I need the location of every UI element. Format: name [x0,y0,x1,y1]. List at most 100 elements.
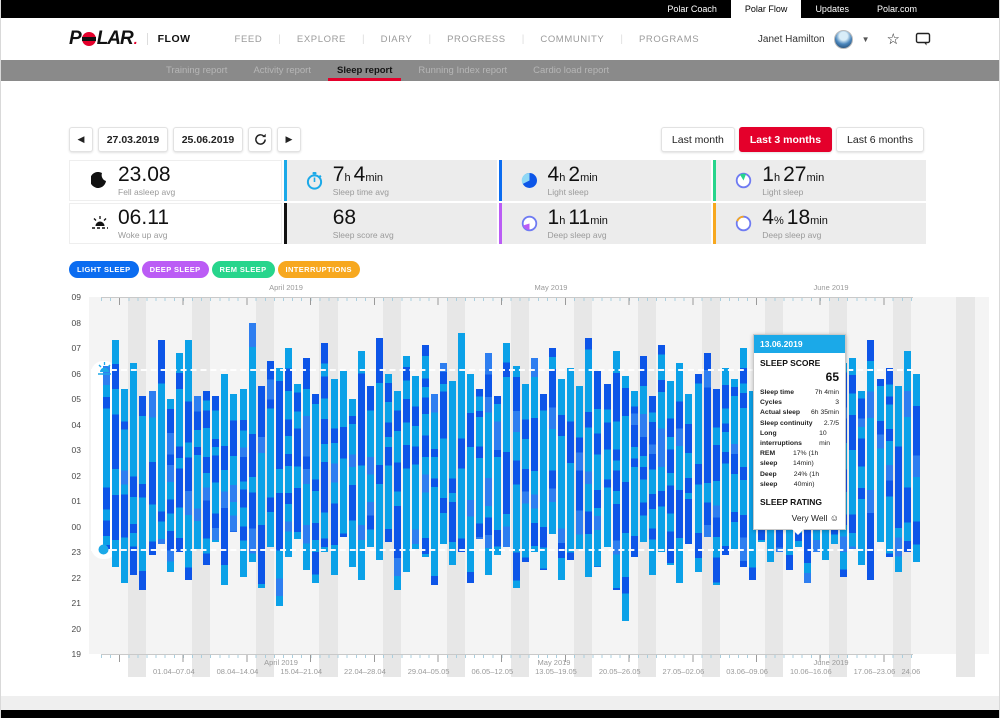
sleep-bar[interactable] [258,386,265,587]
start-date-input[interactable]: 27.03.2019 [98,127,168,152]
previous-period-button[interactable]: ◀ [69,127,93,152]
sleep-bar[interactable] [340,371,347,537]
sleep-bar[interactable] [194,396,201,549]
sleep-bar[interactable] [503,343,510,547]
sleep-bar[interactable] [467,374,474,583]
sleep-bar[interactable] [494,396,501,554]
sleep-bar[interactable] [485,353,492,575]
report-tab-running-index-report[interactable]: Running Index report [405,60,520,81]
sleep-bar[interactable] [622,376,629,621]
sleep-bar[interactable] [112,340,119,567]
legend-chip-rem-sleep[interactable]: REM SLEEP [212,261,275,278]
favorites-star-icon[interactable]: ☆ [887,30,900,48]
sleep-bar[interactable] [358,351,365,581]
sleep-bar[interactable] [167,399,174,572]
sleep-bar[interactable] [422,345,429,557]
sleep-bar[interactable] [904,351,911,552]
sleep-bar[interactable] [367,386,374,547]
sleep-bar[interactable] [376,338,383,560]
sleep-bar[interactable] [604,384,611,547]
range-button-last-3-months[interactable]: Last 3 months [739,127,832,152]
sleep-bar[interactable] [331,379,338,575]
sleep-bar[interactable] [385,374,392,542]
chevron-down-icon[interactable]: ▼ [862,35,870,44]
report-tab-training-report[interactable]: Training report [153,60,240,81]
report-tab-cardio-load-report[interactable]: Cardio load report [520,60,622,81]
next-period-button[interactable]: ▶ [277,127,301,152]
sleep-bar[interactable] [249,323,256,563]
sleep-bar[interactable] [476,389,483,539]
sleep-bar[interactable] [895,386,902,572]
sleep-bar[interactable] [913,374,920,563]
sleep-bar[interactable] [349,399,356,567]
sleep-bar[interactable] [440,363,447,544]
sleep-bar[interactable] [431,394,438,585]
sleep-bar[interactable] [640,356,647,542]
sleep-bar[interactable] [176,353,183,552]
legend-chip-deep-sleep[interactable]: DEEP SLEEP [142,261,209,278]
sleep-bar[interactable] [849,358,856,549]
sleep-bar[interactable] [149,391,156,554]
sleep-bar[interactable] [585,338,592,578]
sleep-bar[interactable] [203,391,210,564]
sleep-bar[interactable] [212,396,219,541]
sleep-bar[interactable] [704,353,711,537]
topbar-tab-polar-com[interactable]: Polar.com [863,0,931,18]
topbar-tab-polar-flow[interactable]: Polar Flow [731,0,802,18]
polar-logo[interactable]: PLAR. [69,28,137,50]
sleep-bar[interactable] [221,374,228,586]
sleep-bar[interactable] [394,391,401,590]
report-tab-activity-report[interactable]: Activity report [240,60,324,81]
sleep-bar[interactable] [858,391,865,564]
sleep-bar[interactable] [658,345,665,552]
nav-item-feed[interactable]: FEED [219,34,279,45]
sleep-bar[interactable] [522,384,529,563]
sleep-bar[interactable] [576,386,583,549]
sleep-bar[interactable] [613,351,620,591]
sleep-bar[interactable] [303,358,310,570]
report-tab-sleep-report[interactable]: Sleep report [324,60,405,81]
sleep-bar[interactable] [267,361,274,547]
sleep-bar[interactable] [103,366,110,550]
sleep-bar[interactable] [285,348,292,557]
sleep-bar[interactable] [695,374,702,573]
sleep-bar[interactable] [740,348,747,567]
sleep-bar[interactable] [867,340,874,580]
range-button-last-month[interactable]: Last month [661,127,735,152]
legend-chip-light-sleep[interactable]: LIGHT SLEEP [69,261,139,278]
sleep-bar[interactable] [722,368,729,554]
sleep-bar[interactable] [276,368,283,605]
sleep-bar[interactable] [139,396,146,590]
refresh-button[interactable] [248,127,272,152]
sleep-bar[interactable] [713,389,720,585]
nav-item-programs[interactable]: PROGRAMS [623,34,715,45]
sleep-bar[interactable] [594,371,601,567]
sleep-bar[interactable] [567,368,574,559]
avatar[interactable] [834,30,853,49]
sleep-bar[interactable] [321,343,328,552]
sleep-bar[interactable] [877,379,884,542]
sleep-bar[interactable] [130,363,137,575]
sleep-bar[interactable] [230,394,237,532]
nav-item-explore[interactable]: EXPLORE [281,34,362,45]
nav-item-community[interactable]: COMMUNITY [524,34,620,45]
nav-item-diary[interactable]: DIARY [365,34,429,45]
sleep-bar[interactable] [412,376,419,549]
nav-item-progress[interactable]: PROGRESS [431,34,522,45]
sleep-bar[interactable] [549,348,556,534]
topbar-tab-polar-coach[interactable]: Polar Coach [653,0,731,18]
sleep-bar[interactable] [886,368,893,557]
feedback-chat-icon[interactable] [915,32,931,47]
sleep-bar[interactable] [449,381,456,565]
sleep-bar[interactable] [403,356,410,573]
user-name[interactable]: Janet Hamilton [758,34,825,45]
sleep-bar[interactable] [294,384,301,540]
sleep-bar[interactable] [185,340,192,580]
sleep-bar[interactable] [312,394,319,583]
sleep-bar[interactable] [731,379,738,550]
sleep-bar[interactable] [121,389,128,583]
range-button-last-6-months[interactable]: Last 6 months [836,127,924,152]
end-date-input[interactable]: 25.06.2019 [173,127,243,152]
sleep-bar[interactable] [458,333,465,552]
sleep-bar[interactable] [667,381,674,565]
